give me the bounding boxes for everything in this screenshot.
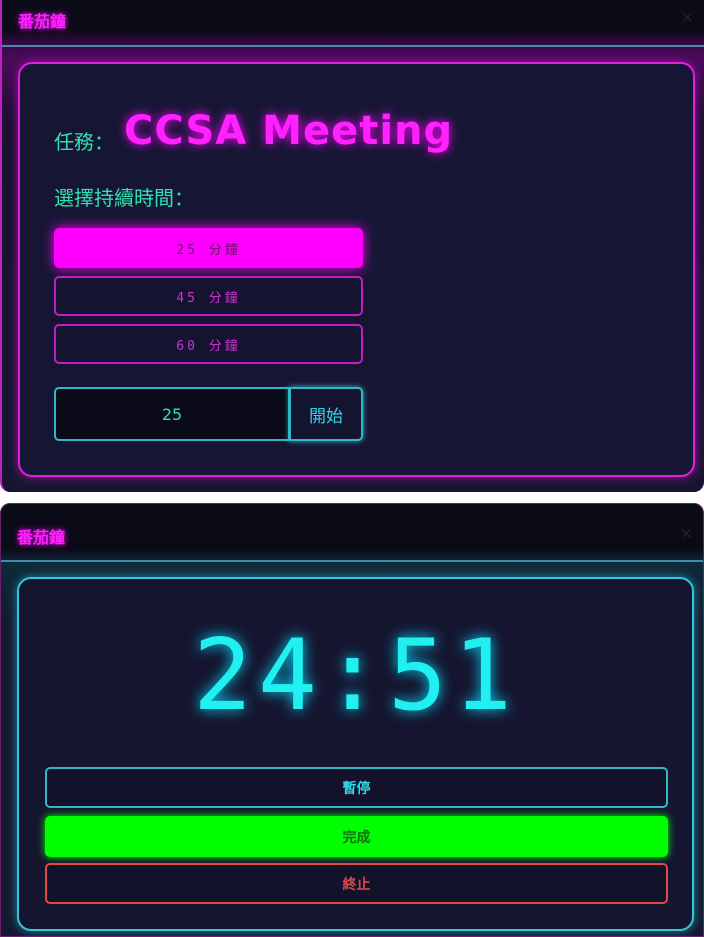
start-button[interactable]: 開始: [289, 387, 363, 441]
timer-window: 番茄鐘 ✕ 24:51 暫停 完成 終止: [0, 503, 704, 937]
timer-card: 24:51 暫停 完成 終止: [17, 577, 694, 931]
window-header: 番茄鐘 ✕: [1, 504, 703, 561]
duration-label: 選擇持續時間：: [54, 186, 194, 210]
window-title: 番茄鐘: [18, 12, 67, 31]
window-header: 番茄鐘 ✕: [2, 0, 704, 46]
duration-60-button[interactable]: 60 分鐘: [54, 324, 363, 364]
pause-button[interactable]: 暫停: [45, 767, 668, 808]
done-button[interactable]: 完成: [45, 816, 668, 857]
minutes-input[interactable]: [54, 387, 290, 441]
close-icon[interactable]: ✕: [680, 524, 693, 543]
stop-button[interactable]: 終止: [45, 863, 668, 904]
setup-card: 任務： CCSA Meeting 選擇持續時間： 25 分鐘 45 分鐘 60 …: [18, 62, 695, 477]
header-divider: [2, 45, 704, 47]
header-divider: [1, 560, 703, 562]
task-label: 任務：: [54, 130, 114, 154]
countdown-display: 24:51: [192, 619, 518, 733]
close-icon[interactable]: ✕: [681, 8, 694, 27]
duration-45-button[interactable]: 45 分鐘: [54, 276, 363, 316]
duration-25-button[interactable]: 25 分鐘: [54, 228, 363, 268]
window-title: 番茄鐘: [17, 528, 66, 547]
setup-window: 番茄鐘 ✕ 任務： CCSA Meeting 選擇持續時間： 25 分鐘 45 …: [0, 0, 704, 492]
task-name: CCSA Meeting: [124, 108, 454, 154]
